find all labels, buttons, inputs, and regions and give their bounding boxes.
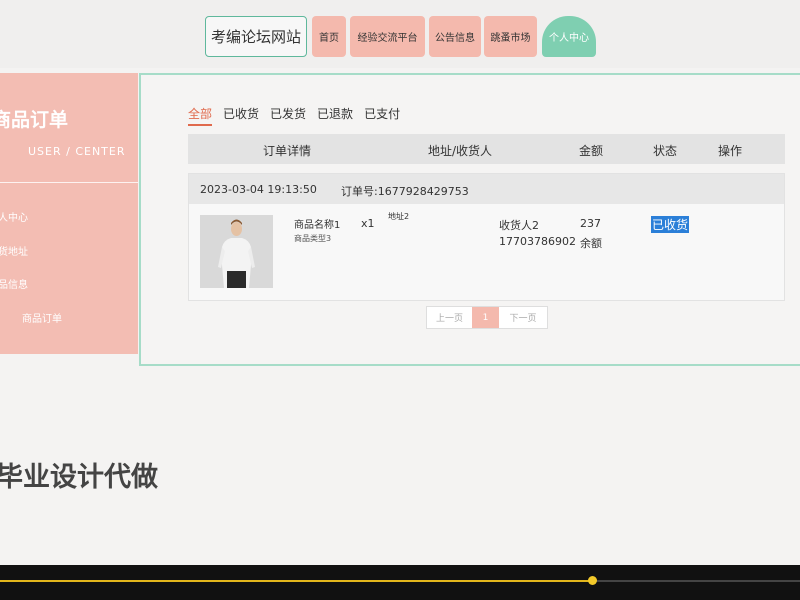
table-header: 订单详情 地址/收货人 金额 状态 操作: [188, 134, 785, 164]
pagination: 上一页 1 下一页: [426, 306, 548, 329]
order-amount: 237: [580, 217, 601, 230]
order-status-badge: 已收货: [651, 216, 690, 233]
orders-panel: 全部 已收货 已发货 已退款 已支付 订单详情 地址/收货人 金额 状态 操作 …: [139, 73, 800, 366]
nav-item-experience[interactable]: 经验交流平台: [350, 16, 425, 57]
product-quantity: x1: [361, 217, 375, 230]
sidebar-subtitle: USER / CENTER: [28, 145, 126, 158]
header-order-details: 订单详情: [263, 144, 312, 158]
product-name: 商品名称1: [294, 220, 341, 231]
sidebar-item-personal-center[interactable]: 人中心: [0, 209, 28, 224]
promo-text: 毕业设计代做: [0, 462, 158, 493]
order-receiver: 收货人2: [499, 219, 539, 232]
product-image[interactable]: [200, 215, 273, 288]
tab-received[interactable]: 已收货: [223, 105, 259, 126]
header-status: 状态: [653, 144, 678, 158]
site-title[interactable]: 考编论坛网站: [205, 16, 307, 57]
header-actions: 操作: [718, 144, 743, 158]
order-status-tabs: 全部 已收货 已发货 已退款 已支付: [188, 105, 411, 126]
tab-paid[interactable]: 已支付: [364, 105, 400, 126]
next-page-button[interactable]: 下一页: [499, 307, 547, 328]
progress-fill: [0, 580, 592, 582]
nav-item-announcements[interactable]: 公告信息: [429, 16, 481, 57]
order-time: 2023-03-04 19:13:50: [200, 183, 317, 196]
order-phone: 17703786902: [499, 235, 576, 248]
sidebar-item-orders[interactable]: 商品订单: [22, 310, 62, 325]
video-control-bar: [0, 565, 800, 600]
nav-item-home[interactable]: 首页: [312, 16, 346, 57]
header-address-receiver: 地址/收货人: [428, 144, 493, 158]
prev-page-button[interactable]: 上一页: [427, 307, 472, 328]
order-row-header: 2023-03-04 19:13:50 订单号:1677928429753: [189, 174, 784, 204]
sidebar-item-address[interactable]: 货地址: [0, 243, 28, 258]
order-payment-method: 余额: [580, 237, 602, 250]
sidebar-divider: [0, 182, 138, 183]
order-address: 地址2: [388, 212, 410, 221]
order-number: 订单号:1677928429753: [341, 185, 469, 198]
tab-all[interactable]: 全部: [188, 105, 213, 126]
sidebar: 商品订单 USER / CENTER 人中心 货地址 品信息 商品订单: [0, 73, 138, 354]
tab-shipped[interactable]: 已发货: [270, 105, 306, 126]
sidebar-title: 商品订单: [0, 109, 69, 131]
product-type: 商品类型3: [294, 234, 332, 243]
top-nav-bar: 考编论坛网站 首页 经验交流平台 公告信息 跳蚤市场 个人中心: [0, 0, 800, 68]
page-number-current[interactable]: 1: [472, 307, 499, 328]
order-row: 2023-03-04 19:13:50 订单号:1677928429753 商品…: [188, 173, 785, 301]
nav-item-flea-market[interactable]: 跳蚤市场: [484, 16, 537, 57]
progress-handle[interactable]: [588, 576, 597, 585]
sidebar-item-product-info[interactable]: 品信息: [0, 276, 28, 291]
tab-refunded[interactable]: 已退款: [317, 105, 353, 126]
header-amount: 金额: [579, 144, 604, 158]
nav-item-personal-center[interactable]: 个人中心: [542, 16, 596, 57]
